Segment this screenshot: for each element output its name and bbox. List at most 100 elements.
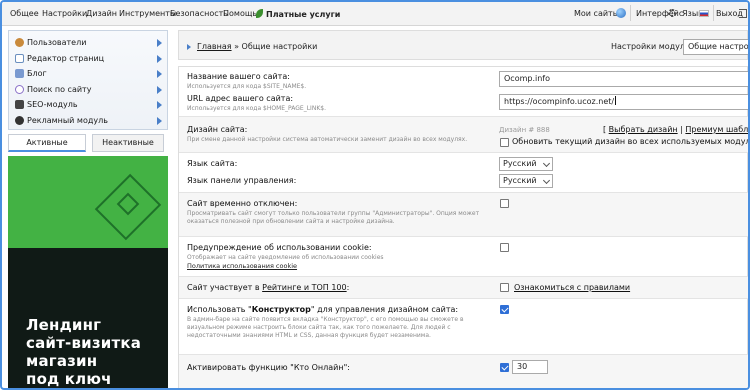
- chevron-down-icon: [542, 176, 551, 185]
- module-settings-label: Настройки модуля:: [611, 42, 693, 51]
- site-language-select[interactable]: Русский: [499, 157, 553, 171]
- menu-general[interactable]: Общее: [10, 9, 39, 18]
- rating-label: Сайт участвует в Рейтинге и ТОП 100:: [187, 283, 350, 292]
- sidebar-item-search[interactable]: Поиск по сайту: [9, 82, 167, 98]
- update-design-checkbox[interactable]: [500, 138, 509, 147]
- menu-settings[interactable]: Настройки: [42, 9, 87, 18]
- russian-flag-icon[interactable]: [699, 10, 709, 17]
- rating-rules-link[interactable]: Ознакомиться с правилами: [514, 283, 630, 292]
- breadcrumb-separator: »: [231, 42, 242, 51]
- sidebar-item-label: Редактор страниц: [27, 53, 105, 63]
- chevron-right-icon: [187, 44, 191, 50]
- cookie-policy-link-wrap: Политика использования cookie: [187, 262, 487, 271]
- breadcrumb-bar: Главная » Общие настройки Настройки моду…: [178, 30, 748, 60]
- settings-row-disabled: Сайт временно отключен: Просматривать са…: [179, 193, 748, 237]
- globe-icon[interactable]: [616, 8, 626, 18]
- chevron-right-icon: [157, 54, 162, 63]
- rating-checkbox[interactable]: [500, 283, 509, 292]
- sidebar-item-ad-module[interactable]: Рекламный модуль: [9, 113, 167, 129]
- banner-text: Лендинг сайт-визитка магазин под ключ: [26, 316, 166, 388]
- premium-templates-link[interactable]: Премиум шаблоны: [685, 125, 748, 134]
- site-name-hint: Используется для кода $SITE_NAME$.: [187, 83, 307, 90]
- menu-design[interactable]: Дизайн: [86, 9, 117, 18]
- design-links: [ Выбрать дизайн | Премиум шаблоны: [603, 125, 748, 134]
- site-disabled-label: Сайт временно отключен:: [187, 199, 298, 208]
- design-number: Дизайн # 888: [499, 126, 550, 134]
- design-label: Дизайн сайта:: [187, 125, 248, 134]
- banner-line: магазин: [26, 352, 98, 370]
- settings-row-rating: Сайт участвует в Рейтинге и ТОП 100: Озн…: [179, 277, 748, 299]
- ad-module-icon: [15, 115, 24, 125]
- breadcrumb-current: Общие настройки: [241, 42, 318, 51]
- settings-row-constructor: Использовать "Конструктор" для управлени…: [179, 299, 748, 355]
- cookie-warning-label: Предупреждение об использовании cookie:: [187, 243, 372, 252]
- tab-active[interactable]: Активные: [8, 134, 86, 152]
- design-hint: При смене данной настройки система автом…: [187, 136, 468, 143]
- text-cursor: [615, 96, 617, 105]
- settings-form: Название вашего сайта: Используется для …: [178, 66, 748, 388]
- module-settings-select[interactable]: Общие настрой: [683, 39, 748, 55]
- menu-tools[interactable]: Инструменты: [119, 9, 176, 18]
- divider: [713, 5, 714, 21]
- chevron-right-icon: [157, 116, 162, 125]
- banner-line: под ключ: [26, 370, 112, 388]
- site-disabled-hint: Просматривать сайт смогут только пользов…: [187, 210, 480, 225]
- settings-row-online: Активировать функцию "Кто Онлайн": 30: [179, 355, 748, 388]
- site-name-label: Название вашего сайта:: [187, 72, 290, 81]
- site-language-value: Русский: [503, 159, 537, 168]
- module-menu: Пользователи Редактор страниц Блог Поиск…: [8, 30, 168, 130]
- my-sites-link[interactable]: Мои сайты: [574, 9, 619, 18]
- menu-paid-services[interactable]: Платные услуги: [256, 9, 340, 19]
- banner-line: сайт-визитка: [26, 334, 142, 352]
- constructor-hint: В админ-баре на сайте появится вкладка "…: [187, 316, 464, 339]
- site-url-input[interactable]: https://ocompinfo.ucoz.net/: [499, 94, 748, 110]
- sidebar: Пользователи Редактор страниц Блог Поиск…: [8, 30, 168, 388]
- sidebar-item-page-editor[interactable]: Редактор страниц: [9, 51, 167, 67]
- module-tabs: Активные Неактивные: [8, 134, 168, 152]
- sidebar-item-label: Рекламный модуль: [27, 115, 108, 125]
- breadcrumb: Главная » Общие настройки: [197, 42, 317, 51]
- main-content: Главная » Общие настройки Настройки моду…: [178, 30, 748, 388]
- constructor-checkbox[interactable]: [500, 305, 509, 314]
- gear-icon[interactable]: [668, 9, 676, 17]
- settings-row-site: Название вашего сайта: Используется для …: [179, 67, 748, 117]
- cookie-policy-link[interactable]: Политика использования cookie: [187, 262, 297, 270]
- site-disabled-checkbox[interactable]: [500, 199, 509, 208]
- cookie-warning-hint: Отображает на сайте уведомление об испол…: [187, 254, 384, 261]
- sidebar-item-users[interactable]: Пользователи: [9, 35, 167, 51]
- browser-frame: Общее Настройки Дизайн Инструменты Безоп…: [0, 0, 750, 390]
- panel-language-select[interactable]: Русский: [499, 174, 553, 188]
- settings-row-languages: Язык сайта: Русский Язык панели управлен…: [179, 153, 748, 193]
- panel-language-label: Язык панели управления:: [187, 176, 297, 185]
- seo-icon: [15, 100, 24, 109]
- tab-inactive[interactable]: Неактивные: [92, 134, 164, 152]
- sidebar-item-label: Поиск по сайту: [27, 84, 92, 94]
- chevron-right-icon: [157, 101, 162, 109]
- banner-line: Лендинг: [26, 316, 102, 334]
- interface-link[interactable]: Интерфейс: [636, 9, 683, 18]
- menu-help[interactable]: Помощь: [223, 9, 257, 18]
- settings-row-cookie: Предупреждение об использовании cookie: …: [179, 237, 748, 277]
- chevron-right-icon: [157, 70, 162, 78]
- choose-design-link[interactable]: Выбрать дизайн: [609, 125, 678, 134]
- panel-language-value: Русский: [503, 176, 537, 185]
- site-name-input[interactable]: Ocomp.info: [499, 71, 748, 87]
- ad-banner[interactable]: Лендинг сайт-визитка магазин под ключ: [8, 156, 168, 388]
- chevron-right-icon: [157, 85, 162, 94]
- breadcrumb-home-link[interactable]: Главная: [197, 42, 232, 51]
- leaf-icon: [256, 9, 263, 18]
- blog-icon: [15, 69, 24, 78]
- sidebar-item-seo[interactable]: SEO-модуль: [9, 97, 167, 113]
- constructor-bold: Конструктор: [251, 305, 311, 314]
- site-language-label: Язык сайта:: [187, 159, 238, 168]
- chevron-down-icon: [542, 159, 551, 168]
- logout-icon[interactable]: [739, 9, 747, 18]
- sidebar-item-blog[interactable]: Блог: [9, 66, 167, 82]
- who-online-checkbox[interactable]: [500, 363, 509, 372]
- constructor-label: Использовать "Конструктор" для управлени…: [187, 305, 459, 314]
- cookie-warning-checkbox[interactable]: [500, 243, 509, 252]
- users-icon: [15, 38, 24, 47]
- menu-security[interactable]: Безопасность: [170, 9, 228, 18]
- who-online-minutes-input[interactable]: 30: [512, 360, 548, 374]
- rating-top100-link[interactable]: Рейтинге и ТОП 100: [262, 283, 346, 292]
